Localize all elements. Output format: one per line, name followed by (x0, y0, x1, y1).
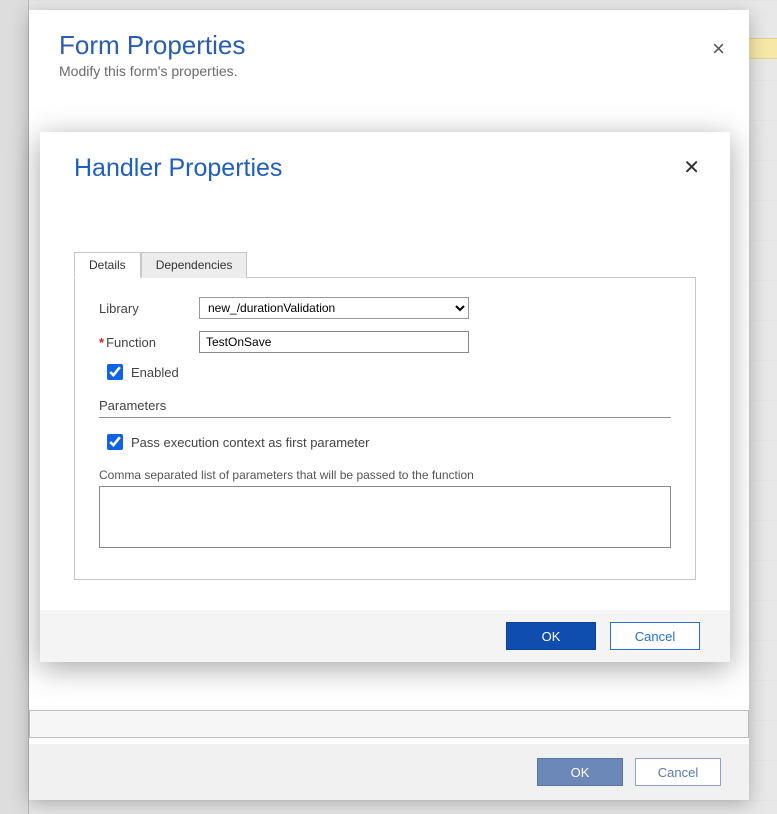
parameters-section-title: Parameters (99, 398, 671, 413)
function-label: *Function (99, 335, 189, 350)
background-left-edge (0, 0, 29, 814)
form-properties-subtitle: Modify this form's properties. (59, 63, 719, 79)
tab-panel-details: Library new_/durationValidation *Functio… (74, 277, 696, 580)
form-properties-dropdown[interactable] (29, 710, 749, 738)
ok-button[interactable]: OK (506, 622, 596, 650)
handler-properties-dialog: Handler Properties ✕ Details Dependencie… (40, 132, 730, 662)
pass-context-label: Pass execution context as first paramete… (131, 435, 369, 450)
tab-dependencies[interactable]: Dependencies (141, 252, 248, 278)
enabled-label: Enabled (131, 365, 179, 380)
required-asterisk-icon: * (99, 335, 104, 350)
enabled-checkbox[interactable] (107, 364, 123, 380)
parameters-divider (99, 417, 671, 418)
close-icon[interactable]: × (712, 38, 725, 60)
handler-properties-footer: OK Cancel (40, 610, 730, 662)
form-properties-header: Form Properties Modify this form's prope… (29, 10, 749, 89)
params-hint: Comma separated list of parameters that … (99, 468, 671, 482)
pass-context-checkbox[interactable] (107, 434, 123, 450)
function-label-text: Function (106, 335, 156, 350)
pass-context-row: Pass execution context as first paramete… (107, 434, 671, 450)
handler-properties-title: Handler Properties (74, 154, 696, 183)
parameters-textarea[interactable] (99, 486, 671, 548)
cancel-button[interactable]: Cancel (610, 622, 700, 650)
tabs-row: Details Dependencies (74, 251, 696, 277)
handler-properties-header: Handler Properties ✕ (40, 132, 730, 191)
handler-properties-body: Details Dependencies Library new_/durati… (40, 191, 730, 610)
form-properties-title: Form Properties (59, 30, 719, 61)
ok-button[interactable]: OK (537, 758, 623, 786)
library-row: Library new_/durationValidation (99, 296, 671, 320)
cancel-button[interactable]: Cancel (635, 758, 721, 786)
form-properties-footer: OK Cancel (29, 744, 749, 800)
tab-details[interactable]: Details (74, 252, 141, 278)
library-label: Library (99, 301, 189, 316)
library-select[interactable]: new_/durationValidation (199, 297, 469, 319)
function-input[interactable] (199, 331, 469, 353)
enabled-row: Enabled (107, 364, 671, 380)
function-row: *Function (99, 330, 671, 354)
close-icon[interactable]: ✕ (683, 158, 700, 178)
